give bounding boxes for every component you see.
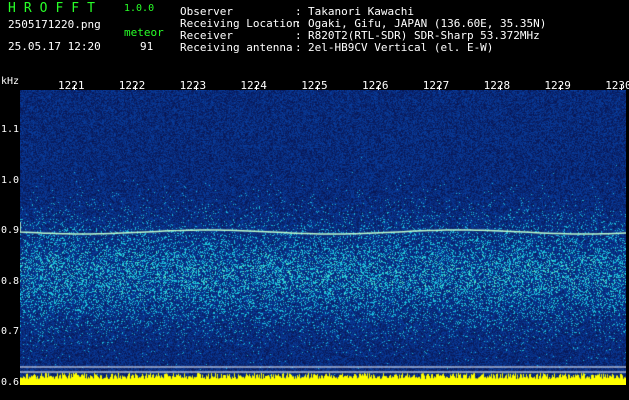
info-value-3: 2el-HB9CV Vertical (el. E-W) — [308, 41, 494, 54]
y-tick-label: 0.8 — [1, 275, 20, 287]
y-tick-label: 0.9 — [1, 225, 20, 236]
y-tick-label: 0.6 — [1, 376, 20, 388]
file-datetime: 25.05.17 12:20 — [8, 40, 101, 53]
file-name: 2505171220.png — [8, 18, 101, 31]
y-tick-label: 1.1 — [1, 124, 20, 135]
info-key-3: Receiving antenna — [180, 41, 293, 54]
y-tick-label: 1.0 — [1, 174, 20, 186]
app-name: HROFFT — [8, 1, 103, 16]
meteor-label: meteor — [124, 26, 164, 39]
meteor-count: 91 — [140, 40, 154, 53]
spectrogram — [20, 90, 626, 385]
info-colon-3: : — [295, 41, 302, 54]
x-axis: 1221122212231224122512261227122812291230 — [0, 76, 629, 92]
app-version: 1.0.0 — [124, 3, 155, 14]
y-tick-label: 0.7 — [1, 326, 20, 337]
